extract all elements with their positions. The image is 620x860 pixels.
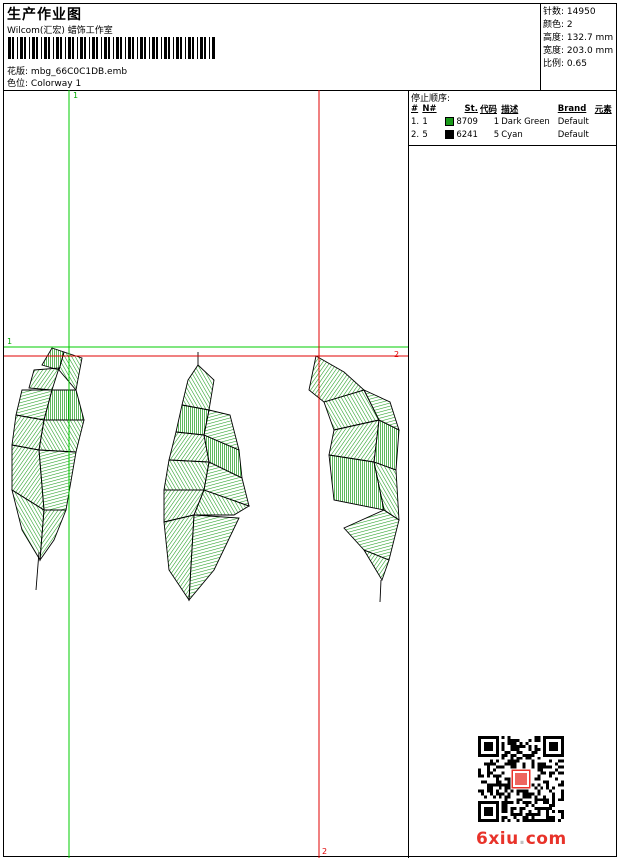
- color-table: # N# St. 代码 描述 Brand 元素 1. 1 8709 1 Dark…: [410, 102, 615, 141]
- stat-scale: 比例: 0.65: [543, 59, 587, 69]
- guide-label-red-h: 2: [394, 350, 399, 359]
- header-info: 生产作业图 Wilcom(汇宏) 蜡饰工作室 花版: mbg_66C0C1DB.…: [4, 4, 541, 90]
- col-desc: 描述: [501, 104, 519, 115]
- studio-name: Wilcom(汇宏) 蜡饰工作室: [7, 26, 113, 36]
- site-watermark: 6xiu.com: [476, 829, 567, 849]
- feather-left: [11, 347, 85, 591]
- guide-label-green-v: 1: [73, 91, 78, 100]
- feather-center: [163, 352, 251, 602]
- table-row: 2. 5 6241 5 Cyan Default: [411, 129, 589, 140]
- color-swatch: [444, 129, 454, 139]
- guide-label-green-h: 1: [7, 337, 12, 346]
- col-needle: N#: [422, 103, 437, 114]
- col-brand: Brand: [557, 103, 587, 114]
- production-worksheet: 生产作业图 Wilcom(汇宏) 蜡饰工作室 花版: mbg_66C0C1DB.…: [3, 3, 617, 858]
- panel-divider: [409, 145, 616, 146]
- col-code: 代码: [479, 104, 497, 115]
- design-stats: 针数: 14950 颜色: 2 高度: 132.7 mm 宽度: 203.0 m…: [543, 6, 613, 71]
- page-title: 生产作业图: [7, 7, 82, 23]
- stat-colors: 颜色: 2: [543, 20, 573, 30]
- stat-stitches: 针数: 14950: [543, 7, 596, 17]
- colorway-label: 色位:: [7, 79, 29, 89]
- colorway-line: 色位: Colorway 1: [7, 76, 81, 89]
- stat-height: 高度: 132.7 mm: [543, 33, 614, 43]
- guide-label-red-v: 2: [322, 847, 327, 856]
- col-index: #: [411, 103, 419, 114]
- colorway-value: Colorway 1: [30, 79, 82, 89]
- design-preview: 1 1 2 2: [4, 90, 409, 858]
- design-canvas: 1 1 2 2: [4, 90, 408, 858]
- qr-code: [478, 736, 564, 822]
- col-stitches: St.: [464, 103, 478, 114]
- stat-width: 宽度: 203.0 mm: [543, 46, 614, 56]
- worksheet-header: 生产作业图 Wilcom(汇宏) 蜡饰工作室 花版: mbg_66C0C1DB.…: [4, 4, 616, 91]
- table-row: 1. 1 8709 1 Dark Green Default: [411, 116, 589, 127]
- feather-right: [308, 355, 400, 603]
- col-element: 元素: [594, 104, 612, 115]
- color-swatch: [444, 116, 454, 126]
- color-table-header: # N# St. 代码 描述 Brand 元素: [410, 102, 615, 115]
- barcode: [8, 37, 215, 59]
